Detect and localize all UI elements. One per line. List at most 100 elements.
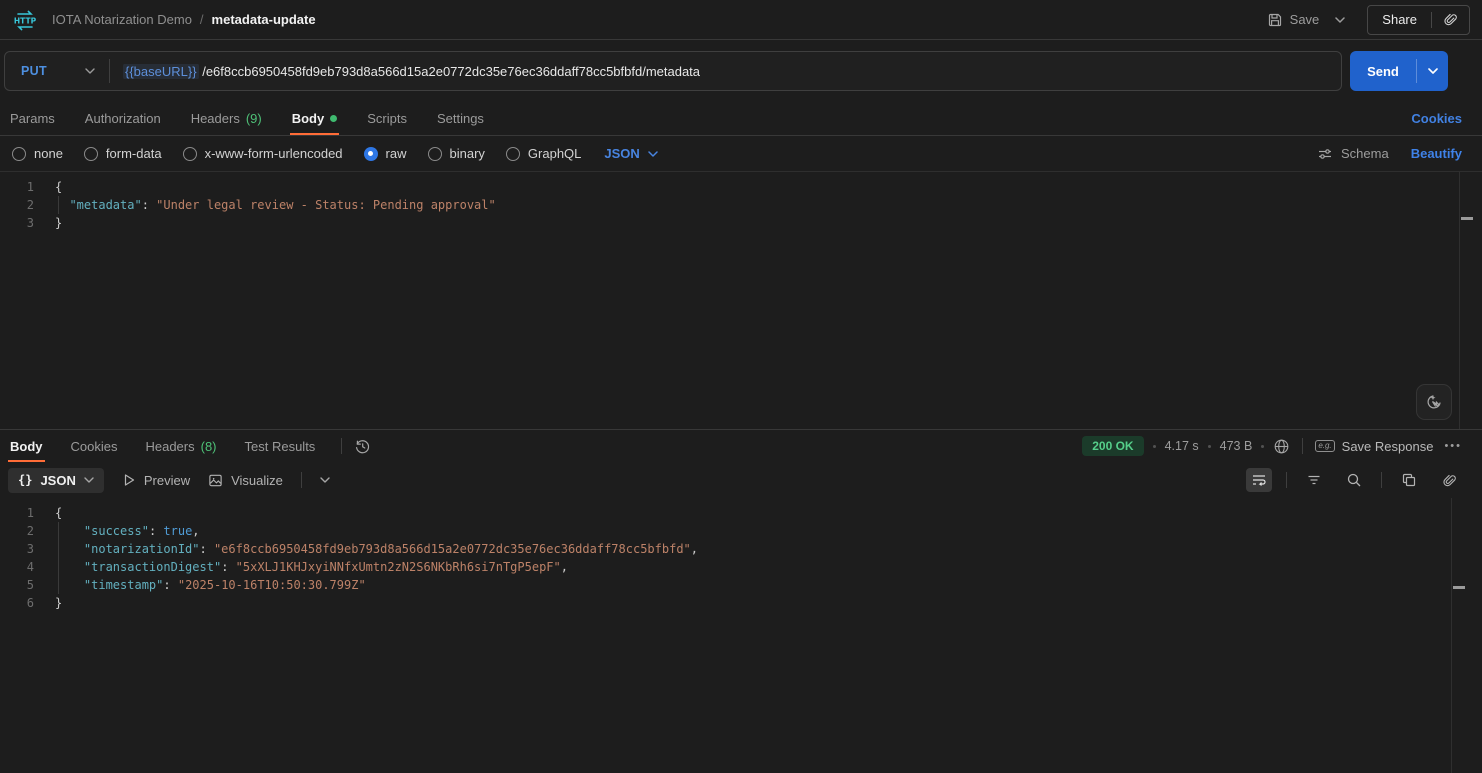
response-tab-test-results[interactable]: Test Results [243,430,318,462]
response-header: Body Cookies Headers (8) Test Results 20… [0,430,1482,462]
tab-params[interactable]: Params [8,102,57,135]
chevron-down-icon [84,477,94,483]
body-type-form-data[interactable]: form-data [84,146,162,161]
radio-icon [506,147,520,161]
cookies-link[interactable]: Cookies [1411,102,1462,135]
send-button-group: Send [1350,51,1448,91]
app-window: HTTP IOTA Notarization Demo / metadata-u… [0,0,1482,773]
body-actions: Schema Beautify [1317,146,1462,162]
code-line: 5 "timestamp": "2025-10-16T10:50:30.799Z… [0,576,1482,594]
breadcrumb-separator: / [200,12,204,27]
code-line: 3 "notarizationId": "e6f8ccb6950458fd9eb… [0,540,1482,558]
wrap-text-button[interactable] [1246,468,1272,492]
body-type-raw[interactable]: raw [364,146,407,161]
share-button[interactable]: Share [1368,12,1431,27]
code-line: 6} [0,594,1482,612]
send-options-button[interactable] [1417,51,1448,91]
url-input[interactable]: {{baseURL}} /e6f8ccb6950458fd9eb793d8a56… [110,64,700,79]
code-line: 3} [0,214,1482,232]
radio-icon [84,147,98,161]
editor-scrollbar[interactable] [1459,172,1460,429]
body-type-row: none form-data x-www-form-urlencoded raw… [0,136,1482,172]
tab-body[interactable]: Body [290,102,340,135]
chevron-down-icon [85,68,95,74]
breadcrumb-collection[interactable]: IOTA Notarization Demo [52,12,192,27]
tab-settings[interactable]: Settings [435,102,486,135]
link-button[interactable] [1436,468,1462,492]
save-response-button[interactable]: e.g. Save Response [1315,439,1433,454]
body-type-binary[interactable]: binary [428,146,485,161]
divider [1381,472,1382,488]
body-type-graphql[interactable]: GraphQL [506,146,581,161]
code-line: 2 "metadata": "Under legal review - Stat… [0,196,1482,214]
indent-guide [58,522,59,594]
copy-icon [1401,472,1417,488]
code-line: 2 "success": true, [0,522,1482,540]
status-badge[interactable]: 200 OK [1082,436,1143,456]
response-time[interactable]: 4.17 s [1165,439,1199,453]
globe-network-icon[interactable] [1273,438,1290,455]
example-icon: e.g. [1315,440,1334,452]
dot-separator [1208,445,1211,448]
tab-headers[interactable]: Headers (9) [189,102,264,135]
tab-authorization[interactable]: Authorization [83,102,163,135]
response-toolbar-right [1246,468,1462,492]
save-options-button[interactable] [1329,13,1351,27]
method-select[interactable]: PUT [5,52,109,90]
body-type-none[interactable]: none [12,146,63,161]
top-bar-actions: Save Share [1267,5,1470,35]
response-tab-cookies[interactable]: Cookies [69,430,120,462]
body-type-x-www-form-urlencoded[interactable]: x-www-form-urlencoded [183,146,343,161]
chevron-down-icon [648,151,658,157]
format-options-chevron[interactable] [320,477,330,483]
scrollbar-marker [1461,217,1473,220]
request-tabs: Params Authorization Headers (9) Body Sc… [0,102,1482,136]
save-button-label: Save [1290,12,1320,27]
headers-count: (9) [246,111,262,126]
paperclip-icon [1442,473,1457,488]
postbot-button[interactable] [1416,384,1452,420]
language-select[interactable]: JSON [604,146,657,161]
more-options-button[interactable]: ••• [1444,440,1462,452]
sliders-icon [1317,146,1333,162]
search-button[interactable] [1341,468,1367,492]
divider [1302,438,1303,454]
request-body-editor[interactable]: 1{2 "metadata": "Under legal review - St… [0,172,1482,430]
save-icon [1267,12,1283,28]
beautify-button[interactable]: Beautify [1411,146,1462,161]
visualize-button[interactable]: Visualize [208,473,283,488]
response-tab-headers[interactable]: Headers (8) [143,430,218,462]
indent-guide [58,196,59,214]
filter-icon [1306,472,1322,488]
divider [341,438,342,454]
svg-text:HTTP: HTTP [14,16,37,25]
save-button[interactable]: Save [1267,12,1320,28]
radio-icon [428,147,442,161]
preview-button[interactable]: Preview [122,473,190,488]
response-format-select[interactable]: {} JSON [8,468,104,493]
play-icon [122,473,136,487]
paperclip-icon [1443,12,1458,27]
filter-button[interactable] [1301,468,1327,492]
editor-scrollbar[interactable] [1451,498,1452,773]
breadcrumb-request-name[interactable]: metadata-update [212,12,316,27]
code-line: 1{ [0,178,1482,196]
schema-button[interactable]: Schema [1317,146,1389,162]
send-button[interactable]: Send [1350,51,1416,91]
radio-icon [12,147,26,161]
copy-link-button[interactable] [1432,12,1469,27]
braces-icon: {} [18,473,32,487]
response-size[interactable]: 473 B [1220,439,1253,453]
copy-button[interactable] [1396,468,1422,492]
tab-scripts[interactable]: Scripts [365,102,409,135]
divider [301,472,302,488]
dot-separator [1153,445,1156,448]
response-tab-body[interactable]: Body [8,430,45,462]
http-collection-icon: HTTP [12,7,38,33]
response-history-button[interactable] [354,430,371,462]
top-bar: HTTP IOTA Notarization Demo / metadata-u… [0,0,1482,40]
response-body-editor[interactable]: 1{2 "success": true,3 "notarizationId": … [0,498,1482,773]
dot-separator [1261,445,1264,448]
response-status-bar: 200 OK 4.17 s 473 B e.g. Save Response •… [1082,430,1462,462]
code-line: 1{ [0,504,1482,522]
